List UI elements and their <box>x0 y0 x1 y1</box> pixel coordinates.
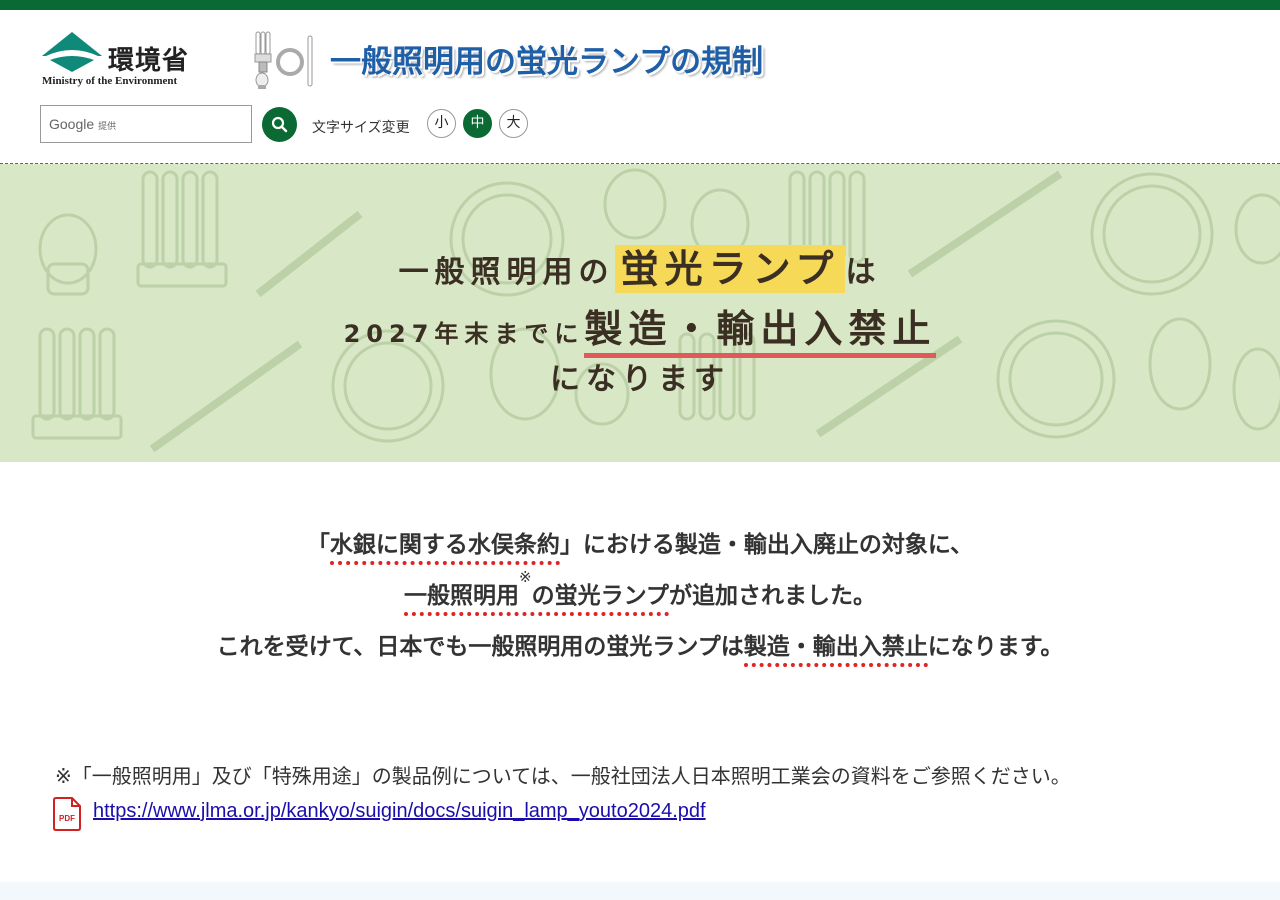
footer-strip <box>0 882 1280 900</box>
search-box: Google 提供 <box>40 105 252 143</box>
intro-line-2: 一般照明用※の蛍光ランプが追加されました。 <box>0 568 1280 616</box>
search-icon <box>271 116 288 133</box>
hero-highlight-ban: 製造・輸出入禁止 <box>584 307 937 358</box>
intro-line-3: これを受けて、日本でも一般照明用の蛍光ランプは製造・輸出入禁止になります。 <box>0 627 1280 667</box>
site-header: 環境省 Ministry of the Environment 一般照明用の蛍光… <box>0 10 1280 162</box>
general-lighting-term: 一般照明用※の蛍光ランプ <box>404 568 669 616</box>
product-example-note: ※「一般照明用」及び「特殊用途」の製品例については、一般社団法人日本照明工業会の… <box>55 764 1071 788</box>
hero-banner: 一般照明用の 蛍光ランプは 2027年末までに製造・輸出入禁止 になります <box>0 164 1280 462</box>
ministry-logo-mark-icon <box>42 32 102 72</box>
lamps-icon <box>254 31 313 89</box>
font-size-label: 文字サイズ変更 <box>312 120 410 136</box>
logo-japanese: 環境省 <box>108 46 190 76</box>
hero-line-3: になります <box>550 362 730 397</box>
pdf-icon: PDF <box>53 797 81 831</box>
minamata-convention-term: 水銀に関する水俣条約 <box>329 532 560 565</box>
ministry-logo[interactable]: 環境省 Ministry of the Environment <box>40 30 205 90</box>
hero-line-2: 2027年末までに製造・輸出入禁止 <box>0 298 1280 358</box>
logo-english: Ministry of the Environment <box>42 75 178 87</box>
hero-line-1: 一般照明用の 蛍光ランプは <box>398 245 882 293</box>
top-bar <box>0 0 1280 10</box>
font-size-medium-button[interactable]: 中 <box>463 109 492 138</box>
jlma-pdf-link[interactable]: https://www.jlma.or.jp/kankyo/suigin/doc… <box>93 800 706 823</box>
svg-text:PDF: PDF <box>59 814 75 823</box>
search-provider-label: Google 提供 <box>49 116 117 132</box>
search-input[interactable] <box>151 110 251 140</box>
page-title: 一般照明用の蛍光ランプの規制 <box>330 44 764 80</box>
search-button[interactable] <box>262 107 297 142</box>
intro-line-1: 「水銀に関する水俣条約」における製造・輸出入廃止の対象に、 <box>0 525 1280 565</box>
font-size-small-button[interactable]: 小 <box>427 109 456 138</box>
font-size-large-button[interactable]: 大 <box>499 109 528 138</box>
hero-highlight-fluorescent-lamp: 蛍光ランプ <box>614 245 846 293</box>
ban-term: 製造・輸出入禁止 <box>743 634 928 667</box>
